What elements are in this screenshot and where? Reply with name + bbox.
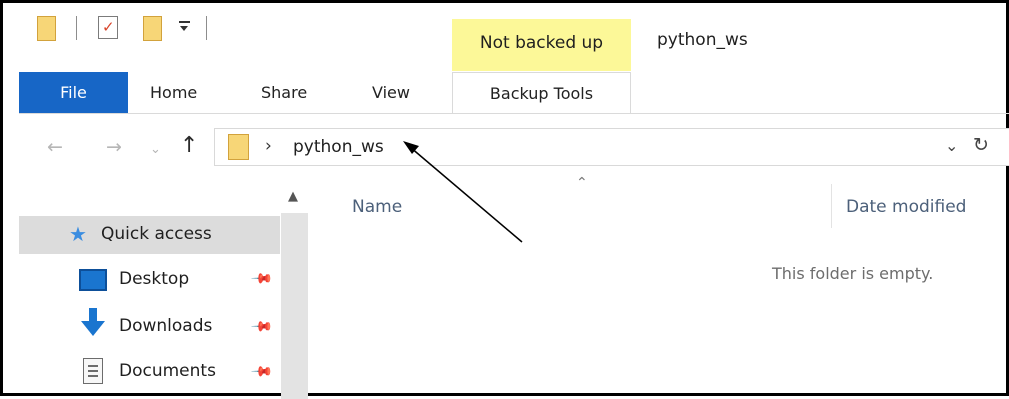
explorer-window: ✓ Not backed up python_ws File Home Shar… [0, 0, 1009, 399]
annotation-arrow-icon [403, 141, 523, 243]
